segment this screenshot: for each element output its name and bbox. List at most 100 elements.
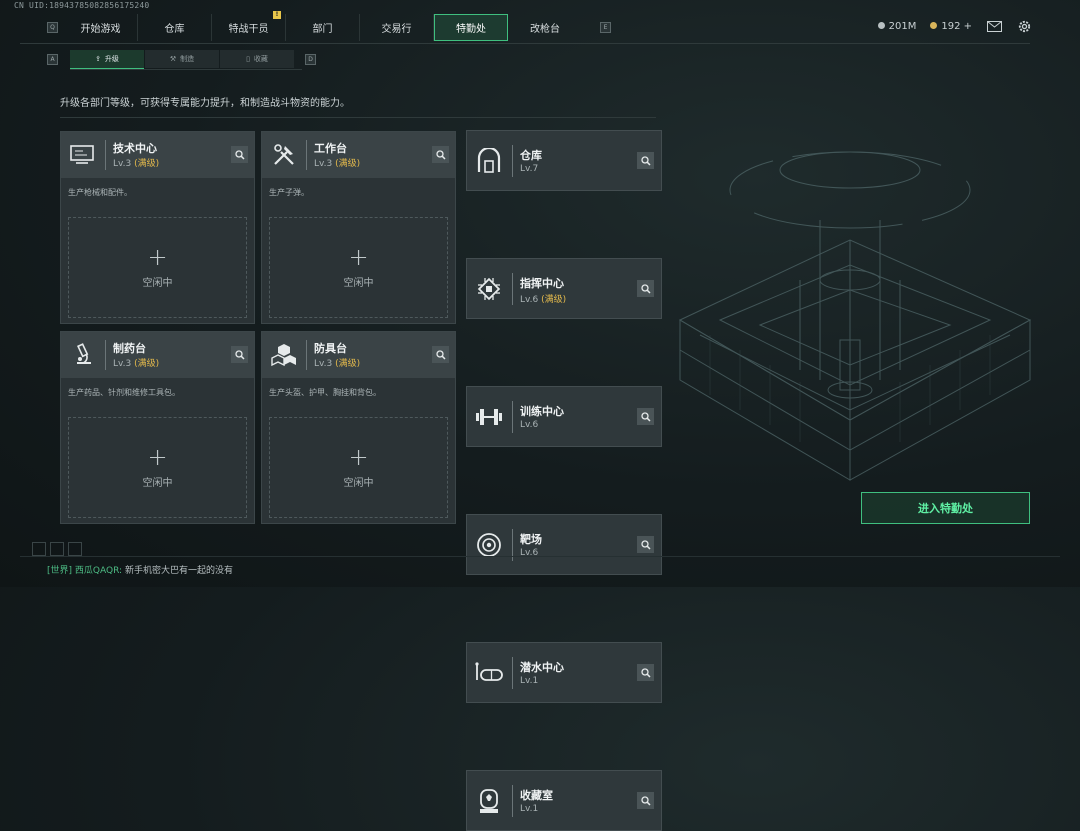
- points-display[interactable]: 192 +: [930, 21, 972, 32]
- search-icon[interactable]: [637, 280, 654, 297]
- building-illustration: [678, 151, 1032, 481]
- facility-item-diving-center[interactable]: 潜水中心 Lv.1: [466, 642, 662, 703]
- tab-departments[interactable]: 部门: [286, 14, 360, 41]
- collection-icon: ▯: [246, 55, 250, 63]
- max-level-tag: (满级): [134, 359, 160, 369]
- search-icon[interactable]: [432, 146, 449, 163]
- tab-start-game[interactable]: 开始游戏: [64, 14, 138, 41]
- search-icon[interactable]: [231, 346, 248, 363]
- facility-card-tech-center[interactable]: 技术中心 Lv.3 (满级) 生产枪械和配件。 + 空闲中: [60, 131, 255, 324]
- plus-icon: +: [348, 243, 369, 271]
- craft-icon: ⚒: [169, 55, 177, 63]
- tab-label: 改枪台: [530, 24, 560, 35]
- item-title: 训练中心: [520, 405, 564, 418]
- decor-square: [68, 542, 82, 556]
- subnav-next-key-hint: D: [305, 54, 316, 65]
- tab-label: 特勤处: [456, 24, 486, 35]
- search-icon[interactable]: [432, 346, 449, 363]
- tab-special-ops[interactable]: 特勤处: [434, 14, 508, 41]
- decor-square: [32, 542, 46, 556]
- chat-user: 西瓜QAQR:: [74, 566, 123, 576]
- tab-gunsmith[interactable]: 改枪台: [508, 14, 582, 41]
- chat-text: 新手机密大巴有一起的没有: [124, 566, 233, 576]
- money-coin-icon: [877, 22, 885, 29]
- slot-status: 空闲中: [142, 278, 173, 289]
- tab-label: 交易行: [381, 24, 412, 35]
- slot-status: 空闲中: [142, 478, 173, 489]
- tab-label: 特战干员: [228, 24, 269, 35]
- max-level-tag: (满级): [335, 359, 361, 369]
- item-separator: [512, 145, 513, 177]
- search-icon[interactable]: [231, 146, 248, 163]
- facility-card-pharmacy[interactable]: 制药台 Lv.3 (满级) 生产药品、针剂和维修工具包。 + 空闲中: [60, 331, 255, 524]
- production-slot[interactable]: + 空闲中: [68, 217, 247, 318]
- facility-item-training-center[interactable]: 训练中心 Lv.6: [466, 386, 662, 447]
- subtab-label: 制造: [180, 55, 195, 63]
- tab-label: 仓库: [164, 24, 185, 35]
- card-title: 技术中心: [113, 142, 157, 155]
- mail-icon[interactable]: [986, 18, 1002, 34]
- money-display: 201M: [877, 20, 917, 32]
- search-icon[interactable]: [637, 536, 654, 553]
- plus-icon: +: [348, 443, 369, 471]
- production-slot[interactable]: + 空闲中: [269, 217, 448, 318]
- slot-status: 空闲中: [343, 278, 374, 289]
- item-level: Lv.6 (满级): [520, 292, 566, 305]
- facility-item-collection-room[interactable]: 收藏室 Lv.1: [466, 770, 662, 831]
- card-level: Lv.3 (满级): [113, 356, 159, 369]
- bottom-decoration: [32, 542, 82, 556]
- level-value: Lv.1: [520, 676, 539, 686]
- dumbbell-icon: [474, 402, 504, 432]
- tools-icon: [270, 141, 298, 169]
- content-divider: [60, 117, 656, 118]
- money-value: 201M: [888, 20, 917, 32]
- cubes-icon: [270, 341, 298, 369]
- plus-icon: +: [147, 443, 168, 471]
- facility-item-warehouse[interactable]: 仓库 Lv.7: [466, 130, 662, 191]
- subnav-divider: [70, 69, 302, 70]
- notification-badge: !: [273, 11, 281, 19]
- search-icon[interactable]: [637, 408, 654, 425]
- search-icon[interactable]: [637, 664, 654, 681]
- card-title: 工作台: [314, 142, 347, 155]
- card-header: 防具台 Lv.3 (满级): [262, 332, 455, 378]
- max-level-tag: (满级): [541, 295, 567, 305]
- item-separator: [512, 785, 513, 817]
- tab-operators[interactable]: 特战干员!: [212, 11, 286, 41]
- facility-card-armor-bench[interactable]: 防具台 Lv.3 (满级) 生产头盔、护甲、胸挂和背包。 + 空闲中: [261, 331, 456, 524]
- search-icon[interactable]: [637, 792, 654, 809]
- facility-item-shooting-range[interactable]: 靶场 Lv.6: [466, 514, 662, 575]
- subtab-collection[interactable]: ▯ 收藏: [220, 50, 294, 68]
- facility-item-command-center[interactable]: 指挥中心 Lv.6 (满级): [466, 258, 662, 319]
- card-description: 生产药品、针剂和维修工具包。: [68, 388, 180, 397]
- chat-divider: [20, 556, 1060, 557]
- tab-trade[interactable]: 交易行: [360, 14, 434, 41]
- tab-warehouse[interactable]: 仓库: [138, 14, 212, 41]
- diving-mask-icon: [474, 658, 504, 688]
- enter-special-ops-button[interactable]: 进入特勤处: [861, 492, 1030, 524]
- level-value: Lv.7: [520, 164, 539, 174]
- production-slot[interactable]: + 空闲中: [68, 417, 247, 518]
- max-level-tag: (满级): [335, 159, 361, 169]
- subtab-upgrade[interactable]: ⇪ 升级: [70, 50, 144, 69]
- chat-channel: [世界]: [47, 566, 73, 576]
- top-right-bar: 201M 192 +: [877, 18, 1032, 34]
- subtab-craft[interactable]: ⚒ 制造: [145, 50, 219, 68]
- card-separator: [306, 140, 307, 170]
- tab-label: 开始游戏: [80, 24, 121, 35]
- points-coin-icon: [930, 22, 938, 29]
- item-title: 收藏室: [520, 789, 553, 802]
- production-slot[interactable]: + 空闲中: [269, 417, 448, 518]
- monitor-icon: [69, 141, 97, 169]
- facility-card-workbench[interactable]: 工作台 Lv.3 (满级) 生产子弹。 + 空闲中: [261, 131, 456, 324]
- slot-status: 空闲中: [343, 478, 374, 489]
- item-title: 潜水中心: [520, 661, 564, 674]
- level-value: Lv.3: [113, 159, 132, 169]
- search-icon[interactable]: [637, 152, 654, 169]
- card-header: 工作台 Lv.3 (满级): [262, 132, 455, 178]
- item-title: 仓库: [520, 149, 542, 162]
- decor-square: [50, 542, 64, 556]
- gear-icon[interactable]: [1016, 18, 1032, 34]
- chat-message[interactable]: [世界] 西瓜QAQR: 新手机密大巴有一起的没有: [47, 563, 233, 576]
- nav-prev-key-hint: Q: [47, 22, 58, 33]
